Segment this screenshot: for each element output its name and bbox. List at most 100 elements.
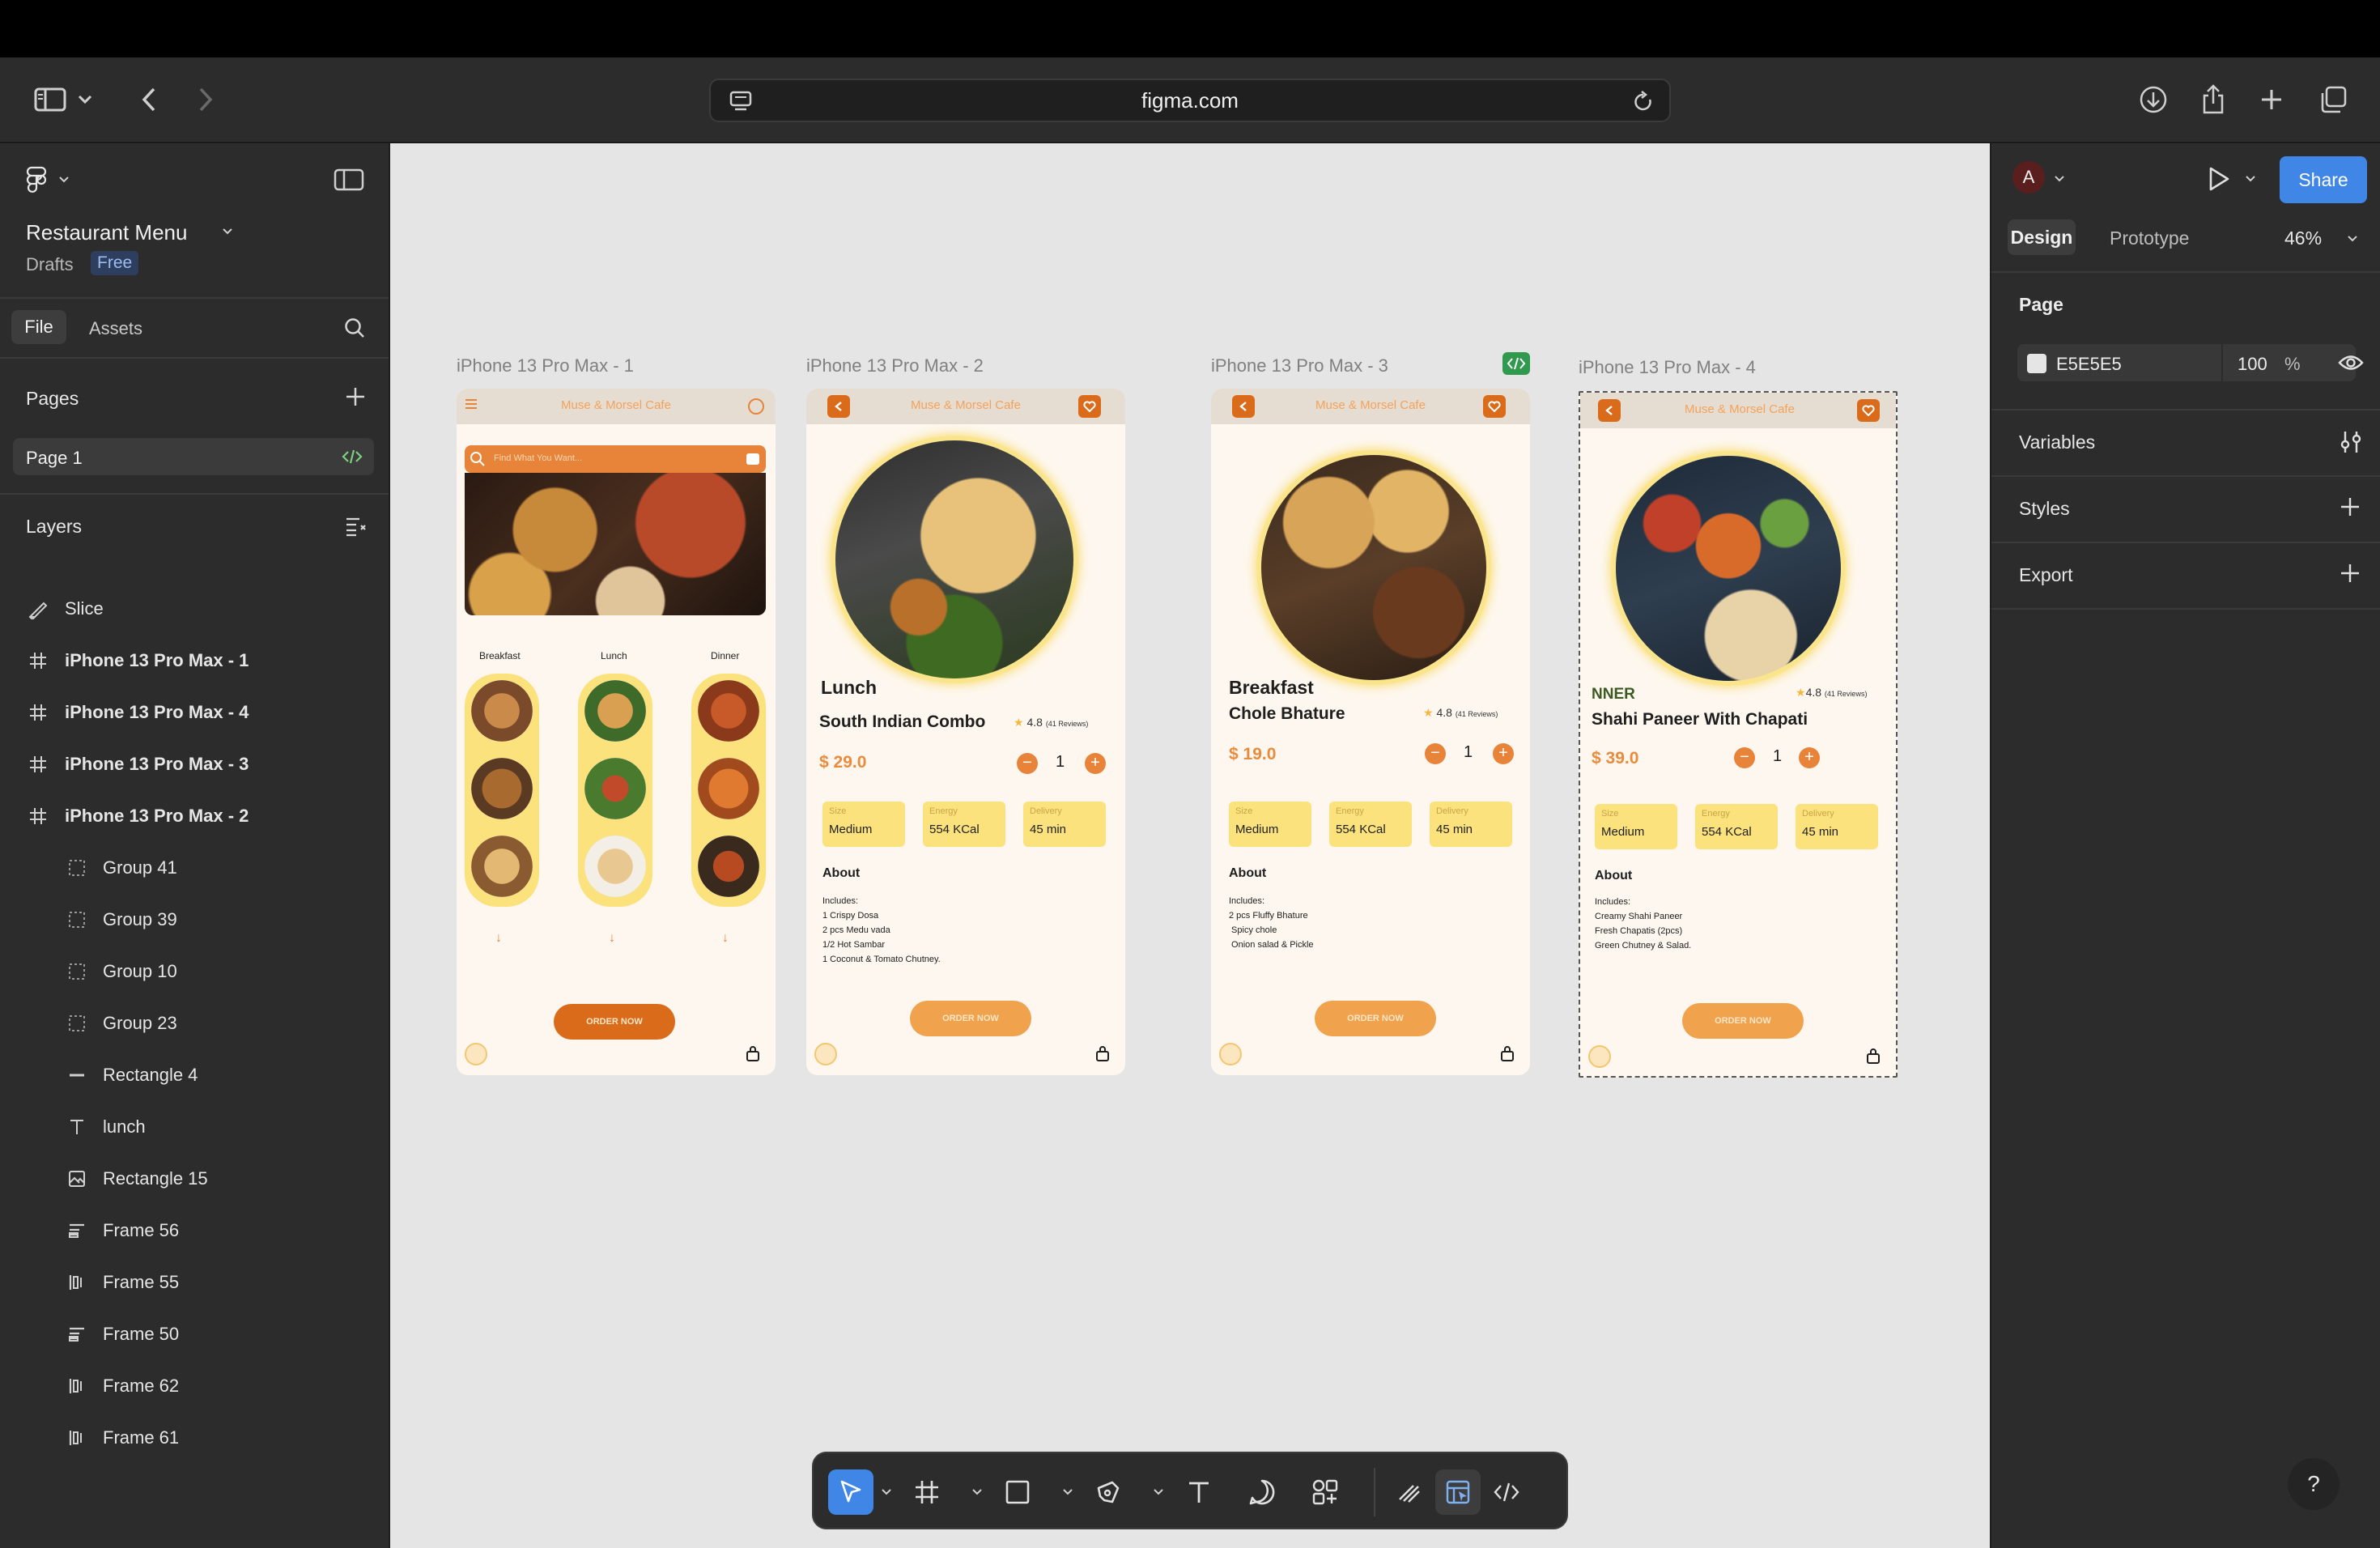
add-export-icon[interactable] bbox=[2340, 563, 2361, 584]
frame-iphone-1[interactable]: Muse & Morsel Cafe Find What You Want...… bbox=[457, 389, 776, 1075]
search-bar: Find What You Want... bbox=[465, 445, 766, 473]
layer-item[interactable]: Slice bbox=[0, 586, 389, 632]
comment-tool-icon[interactable] bbox=[1239, 1469, 1285, 1515]
export-title[interactable]: Export bbox=[2019, 564, 2072, 586]
file-name[interactable]: Restaurant Menu bbox=[26, 220, 187, 245]
divider bbox=[0, 357, 389, 359]
design-canvas[interactable]: iPhone 13 Pro Max - 1 Muse & Morsel Cafe… bbox=[390, 143, 1990, 1548]
layer-item[interactable]: lunch bbox=[0, 1104, 389, 1150]
dev-mode-icon[interactable] bbox=[1484, 1469, 1529, 1515]
add-style-icon[interactable] bbox=[2340, 496, 2361, 517]
new-tab-icon[interactable] bbox=[2250, 79, 2293, 121]
chevron-down-icon[interactable] bbox=[58, 176, 70, 184]
layer-item[interactable]: iPhone 13 Pro Max - 2 bbox=[0, 793, 389, 839]
frame-iphone-4[interactable]: Muse & Morsel Cafe NNER Shahi Paneer Wit… bbox=[1579, 391, 1898, 1078]
frame-label[interactable]: iPhone 13 Pro Max - 3 bbox=[1211, 355, 1388, 376]
layer-item[interactable]: iPhone 13 Pro Max - 1 bbox=[0, 638, 389, 683]
search-icon[interactable] bbox=[343, 317, 366, 339]
layer-item[interactable]: Frame 55 bbox=[0, 1260, 389, 1305]
eye-icon[interactable] bbox=[2338, 354, 2364, 372]
divider bbox=[0, 493, 389, 495]
layer-item[interactable]: Frame 56 bbox=[0, 1208, 389, 1253]
chevron-down-icon[interactable] bbox=[2055, 176, 2064, 182]
layer-item[interactable]: iPhone 13 Pro Max - 3 bbox=[0, 742, 389, 787]
styles-title[interactable]: Styles bbox=[2019, 498, 2070, 520]
share-button[interactable]: Share bbox=[2280, 156, 2367, 203]
layer-item[interactable]: Frame 50 bbox=[0, 1312, 389, 1357]
layer-item[interactable]: Group 23 bbox=[0, 1001, 389, 1046]
layer-item[interactable]: Rectangle 15 bbox=[0, 1156, 389, 1201]
page-item-page-1[interactable]: Page 1 bbox=[13, 438, 374, 475]
draw-mode-icon[interactable] bbox=[1387, 1469, 1432, 1515]
chevron-down-icon[interactable] bbox=[2348, 236, 2357, 242]
actions-tool-icon[interactable] bbox=[1303, 1469, 1348, 1515]
tab-file[interactable]: File bbox=[11, 310, 66, 344]
text-tool-icon[interactable] bbox=[1176, 1469, 1222, 1515]
chevron-down-icon[interactable] bbox=[222, 228, 233, 236]
design-mode-icon[interactable] bbox=[1435, 1469, 1481, 1515]
food-thumb bbox=[471, 680, 533, 742]
chevron-down-icon[interactable] bbox=[972, 1489, 982, 1495]
page-opacity[interactable]: 100 bbox=[2238, 354, 2267, 375]
pen-tool-icon[interactable] bbox=[1086, 1469, 1131, 1515]
layer-item[interactable]: Group 39 bbox=[0, 897, 389, 942]
layer-item[interactable]: Frame 61 bbox=[0, 1415, 389, 1461]
layers-list-icon[interactable] bbox=[345, 516, 368, 537]
chevron-down-icon[interactable] bbox=[1063, 1489, 1073, 1495]
layer-item[interactable]: iPhone 13 Pro Max - 4 bbox=[0, 690, 389, 735]
dev-mode-icon[interactable] bbox=[1502, 352, 1530, 375]
frame-label[interactable]: iPhone 13 Pro Max - 2 bbox=[806, 355, 984, 376]
rectangle-tool-icon[interactable] bbox=[995, 1469, 1040, 1515]
layer-label: Group 23 bbox=[103, 1013, 177, 1033]
color-swatch[interactable] bbox=[2027, 354, 2046, 373]
chevron-down-icon[interactable] bbox=[2246, 176, 2255, 182]
variables-title[interactable]: Variables bbox=[2019, 432, 2095, 453]
file-location[interactable]: Drafts bbox=[26, 254, 74, 275]
chip-key: Size bbox=[829, 806, 847, 816]
download-icon[interactable] bbox=[2132, 79, 2174, 121]
chevron-down-icon[interactable] bbox=[1154, 1489, 1163, 1495]
frame-iphone-3[interactable]: Muse & Morsel Cafe Breakfast Chole Bhatu… bbox=[1211, 389, 1530, 1075]
order-now-button: ORDER NOW bbox=[1315, 1001, 1436, 1036]
text-icon bbox=[63, 1113, 91, 1141]
horizontal-autolayout-icon bbox=[63, 1372, 91, 1400]
quantity-stepper: −1 + bbox=[1734, 746, 1820, 770]
layer-item[interactable]: Frame 62 bbox=[0, 1363, 389, 1409]
chevron-down-icon[interactable] bbox=[882, 1489, 891, 1495]
frame-iphone-2[interactable]: Muse & Morsel Cafe Lunch South Indian Co… bbox=[806, 389, 1125, 1075]
play-icon[interactable] bbox=[2207, 166, 2231, 192]
avatar[interactable]: A bbox=[2012, 161, 2045, 194]
add-page-icon[interactable] bbox=[345, 386, 366, 407]
frame-label[interactable]: iPhone 13 Pro Max - 1 bbox=[457, 355, 634, 376]
reload-icon[interactable] bbox=[1632, 90, 1655, 114]
hero-food-image bbox=[465, 473, 766, 615]
sidebar-toggle-icon[interactable] bbox=[29, 79, 71, 121]
figma-menu-icon[interactable] bbox=[26, 166, 47, 194]
layer-item[interactable]: Group 10 bbox=[0, 949, 389, 994]
tab-overview-icon[interactable] bbox=[2312, 79, 2354, 121]
page-section-title: Page bbox=[2019, 294, 2063, 315]
move-tool-icon[interactable] bbox=[828, 1469, 873, 1515]
panel-toggle-icon[interactable] bbox=[334, 168, 364, 192]
tab-design[interactable]: Design bbox=[2008, 219, 2076, 255]
cafe-name: Muse & Morsel Cafe bbox=[1315, 398, 1426, 412]
site-settings-icon[interactable] bbox=[729, 90, 753, 113]
frame-tool-icon[interactable] bbox=[904, 1469, 950, 1515]
back-icon[interactable] bbox=[128, 79, 170, 121]
forward-icon[interactable] bbox=[185, 79, 227, 121]
page-color-hex[interactable]: E5E5E5 bbox=[2056, 354, 2122, 375]
zoom-level[interactable]: 46% bbox=[2284, 228, 2322, 249]
page-color-field[interactable]: E5E5E5 100 % bbox=[2017, 344, 2356, 381]
url-bar[interactable]: figma.com bbox=[709, 79, 1671, 122]
help-button[interactable]: ? bbox=[2288, 1458, 2340, 1510]
variables-icon[interactable] bbox=[2340, 430, 2362, 454]
tab-assets[interactable]: Assets bbox=[89, 318, 142, 339]
layer-label: lunch bbox=[103, 1116, 146, 1137]
layer-label: Frame 61 bbox=[103, 1427, 180, 1448]
share-icon[interactable] bbox=[2192, 79, 2234, 121]
layer-item[interactable]: Rectangle 4 bbox=[0, 1053, 389, 1098]
layer-item[interactable]: Group 41 bbox=[0, 845, 389, 891]
tab-prototype[interactable]: Prototype bbox=[2110, 228, 2189, 249]
frame-label[interactable]: iPhone 13 Pro Max - 4 bbox=[1579, 357, 1756, 378]
chevron-down-icon[interactable] bbox=[73, 79, 97, 121]
